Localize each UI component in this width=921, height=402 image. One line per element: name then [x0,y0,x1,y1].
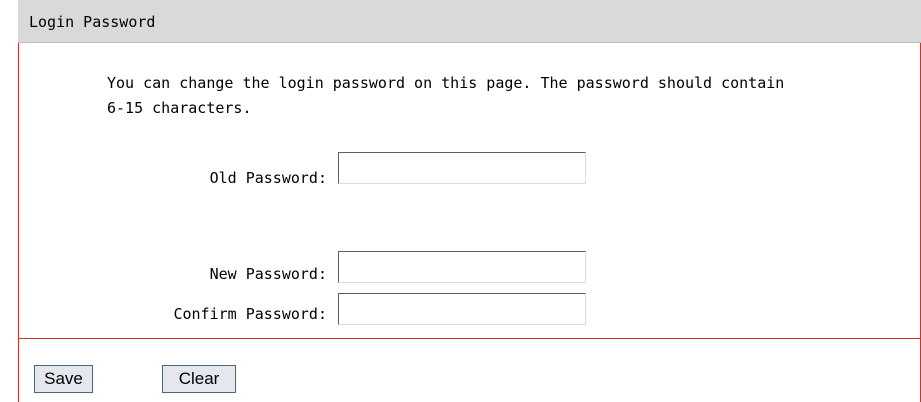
panel-title: Login Password [29,13,156,31]
new-password-label: New Password: [209,265,327,283]
old-password-label: Old Password: [209,169,327,187]
old-password-input[interactable] [338,152,586,184]
confirm-password-input[interactable] [338,293,586,325]
form-footer: Save Clear [18,339,921,402]
new-password-input[interactable] [338,251,586,283]
clear-button[interactable]: Clear [162,365,236,393]
confirm-password-label: Confirm Password: [173,305,327,323]
panel-header: Login Password [18,0,921,43]
login-password-panel: Login Password You can change the login … [18,0,921,402]
save-button[interactable]: Save [34,365,93,393]
panel-body: You can change the login password on thi… [18,43,921,339]
intro-text: You can change the login password on thi… [107,74,785,117]
